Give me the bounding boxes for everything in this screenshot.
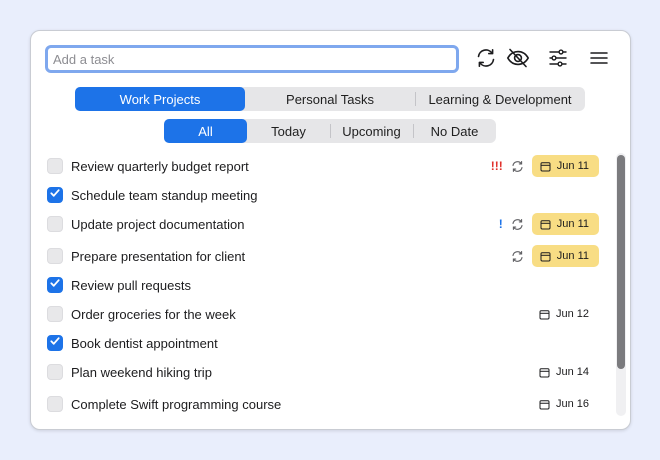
task-row[interactable]: Book dentist appointment [47, 330, 599, 356]
calendar-icon [539, 367, 550, 378]
calendar-icon [539, 309, 550, 320]
repeat-icon [511, 218, 524, 231]
task-title: Prepare presentation for client [71, 248, 246, 264]
task-title: Plan weekend hiking trip [71, 364, 212, 380]
tab-personal-tasks[interactable]: Personal Tasks [245, 87, 415, 111]
task-row[interactable]: Review quarterly budget report !!! Jun 1… [47, 153, 599, 179]
task-row[interactable]: Update project documentation ! Jun 11 [47, 211, 599, 237]
filter-upcoming[interactable]: Upcoming [330, 119, 413, 143]
task-row[interactable]: Schedule team standup meeting [47, 182, 599, 208]
checkmark-icon [49, 186, 61, 204]
task-meta: !!! Jun 11 [491, 153, 599, 179]
task-checkbox[interactable] [47, 335, 63, 351]
task-row[interactable]: Review pull requests [47, 272, 599, 298]
priority-indicator: !!! [490, 159, 503, 173]
due-date-label[interactable]: Jun 14 [531, 361, 599, 383]
filter-all[interactable]: All [164, 119, 247, 143]
category-segmented-control: Work Projects Personal Tasks Learning & … [75, 87, 585, 111]
task-title: Schedule team standup meeting [71, 187, 258, 203]
sliders-icon [548, 48, 568, 68]
task-row[interactable]: Prepare presentation for client Jun 11 [47, 243, 599, 269]
checkmark-icon [49, 276, 61, 294]
scrollbar[interactable] [616, 153, 626, 416]
task-title: Order groceries for the week [71, 306, 236, 322]
due-date-label[interactable]: Jun 16 [531, 393, 599, 415]
task-meta: Jun 16 [523, 391, 599, 417]
add-task-input[interactable] [45, 45, 459, 73]
due-date-badge[interactable]: Jun 11 [531, 155, 599, 177]
calendar-icon [540, 161, 551, 172]
menu-button[interactable] [584, 43, 614, 73]
segment-divider [413, 124, 414, 138]
tab-work-projects[interactable]: Work Projects [75, 87, 245, 111]
due-date-label[interactable]: Jun 12 [531, 303, 599, 325]
sync-icon [475, 47, 497, 69]
calendar-icon [539, 399, 550, 410]
task-checkbox[interactable] [47, 306, 63, 322]
date-filter-segmented-control: All Today Upcoming No Date [164, 119, 496, 143]
priority-indicator: ! [498, 217, 503, 231]
scrollbar-thumb[interactable] [617, 155, 625, 369]
task-title: Book dentist appointment [71, 335, 218, 351]
task-title: Review pull requests [71, 277, 191, 293]
due-date-badge[interactable]: Jun 11 [531, 213, 599, 235]
task-checkbox[interactable] [47, 364, 63, 380]
segment-divider [415, 92, 416, 106]
filter-no-date[interactable]: No Date [413, 119, 496, 143]
task-list: Review quarterly budget report !!! Jun 1… [31, 151, 615, 427]
calendar-icon [540, 251, 551, 262]
task-meta: Jun 14 [523, 359, 599, 385]
task-meta: Jun 11 [503, 243, 599, 269]
eye-slash-icon [506, 47, 530, 69]
task-checkbox[interactable] [47, 248, 63, 264]
calendar-icon [540, 219, 551, 230]
task-meta: Jun 12 [523, 301, 599, 327]
task-row[interactable]: Plan weekend hiking trip Jun 14 [47, 359, 599, 385]
filter-settings-button[interactable] [543, 43, 573, 73]
task-checkbox[interactable] [47, 158, 63, 174]
task-title: Complete Swift programming course [71, 396, 282, 412]
task-title: Update project documentation [71, 216, 245, 232]
repeat-icon [511, 160, 524, 173]
task-title: Review quarterly budget report [71, 158, 249, 174]
toggle-visibility-button[interactable] [503, 43, 533, 73]
task-checkbox[interactable] [47, 216, 63, 232]
task-meta: ! Jun 11 [499, 211, 599, 237]
menu-icon [589, 50, 609, 66]
sync-button[interactable] [471, 43, 501, 73]
task-checkbox[interactable] [47, 277, 63, 293]
task-row[interactable]: Order groceries for the week Jun 12 [47, 301, 599, 327]
task-checkbox[interactable] [47, 187, 63, 203]
due-date-badge[interactable]: Jun 11 [531, 245, 599, 267]
filter-today[interactable]: Today [247, 119, 330, 143]
tab-learning-development[interactable]: Learning & Development [415, 87, 585, 111]
task-row[interactable]: Complete Swift programming course Jun 16 [47, 391, 599, 417]
repeat-icon [511, 250, 524, 263]
todo-window: Work Projects Personal Tasks Learning & … [30, 30, 631, 430]
checkmark-icon [49, 334, 61, 352]
segment-divider [330, 124, 331, 138]
task-checkbox[interactable] [47, 396, 63, 412]
